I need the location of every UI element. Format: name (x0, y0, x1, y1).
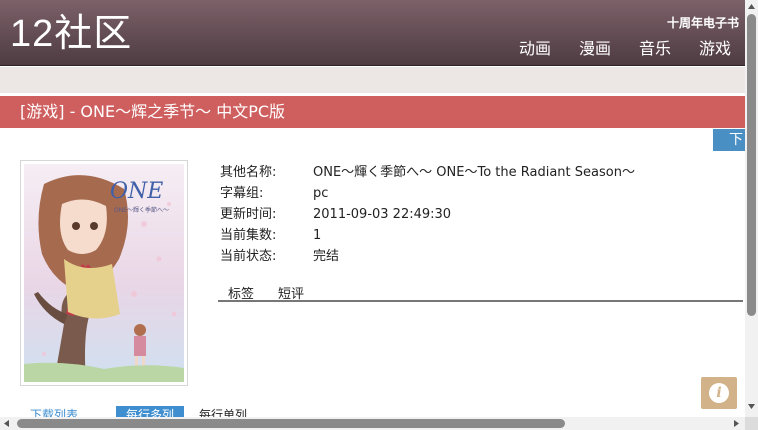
download-tab[interactable]: 下 (713, 129, 745, 151)
info-label: 更新时间: (220, 207, 277, 222)
info-label: 其他名称: (220, 165, 277, 180)
single-column-tab[interactable]: 每行单列 (199, 406, 247, 417)
info-label: 字幕组: (220, 186, 264, 201)
info-button[interactable]: i (701, 377, 737, 409)
nav-games[interactable]: 游戏 (699, 39, 731, 59)
detail-tabs: 标签 短评 (218, 281, 743, 302)
info-value: 2011-09-03 22:49:30 (313, 207, 452, 222)
tab-reviews[interactable]: 短评 (278, 283, 304, 302)
vertical-scrollbar[interactable] (745, 0, 758, 430)
sub-bar (0, 67, 745, 93)
cover-art: ONE ONE～輝く季節へ～ (24, 164, 184, 382)
main-nav: 动画 漫画 音乐 游戏 (491, 39, 731, 59)
info-value: 1 (313, 228, 322, 243)
page-title: [游戏] - ONE～辉之季节～ 中文PC版 (0, 96, 745, 128)
info-row: 当前集数: 1 (220, 225, 635, 246)
svg-text:ONE: ONE (110, 179, 163, 204)
cover-image: ONE ONE～輝く季節へ～ (20, 160, 188, 386)
info-value: ONE～輝く季節へ～ ONE～To the Radiant Season～ (313, 165, 635, 180)
info-label: 当前状态: (220, 249, 277, 264)
nav-music[interactable]: 音乐 (639, 39, 671, 59)
info-icon: i (709, 383, 729, 403)
tab-tags[interactable]: 标签 (228, 283, 254, 302)
nav-manga[interactable]: 漫画 (579, 39, 611, 59)
scrollbar-corner (745, 417, 758, 430)
info-row: 更新时间: 2011-09-03 22:49:30 (220, 204, 635, 225)
site-header: 12社区 十周年电子书 动画 漫画 音乐 游戏 (0, 0, 745, 66)
vertical-scroll-thumb[interactable] (747, 14, 756, 316)
info-row: 其他名称: ONE～輝く季節へ～ ONE～To the Radiant Seas… (220, 162, 635, 183)
info-row: 字幕组: pc (220, 183, 635, 204)
info-value: pc (313, 186, 329, 201)
anniversary-link[interactable]: 十周年电子书 (667, 14, 739, 31)
list-mode-tabs: 下载列表 每行多列 每行单列 (0, 404, 745, 417)
info-value: 完结 (313, 249, 340, 264)
svg-text:ONE～輝く季節へ～: ONE～輝く季節へ～ (114, 206, 169, 214)
site-logo[interactable]: 12社区 (10, 12, 132, 56)
nav-anime[interactable]: 动画 (519, 39, 551, 59)
info-row: 当前状态: 完结 (220, 246, 635, 267)
horizontal-scroll-thumb[interactable] (17, 419, 565, 428)
horizontal-scrollbar[interactable] (0, 417, 745, 430)
multi-column-tab[interactable]: 每行多列 (116, 406, 185, 417)
download-list-link[interactable]: 下载列表 (30, 406, 78, 417)
info-table: 其他名称: ONE～輝く季節へ～ ONE～To the Radiant Seas… (220, 162, 635, 267)
info-label: 当前集数: (220, 228, 277, 243)
